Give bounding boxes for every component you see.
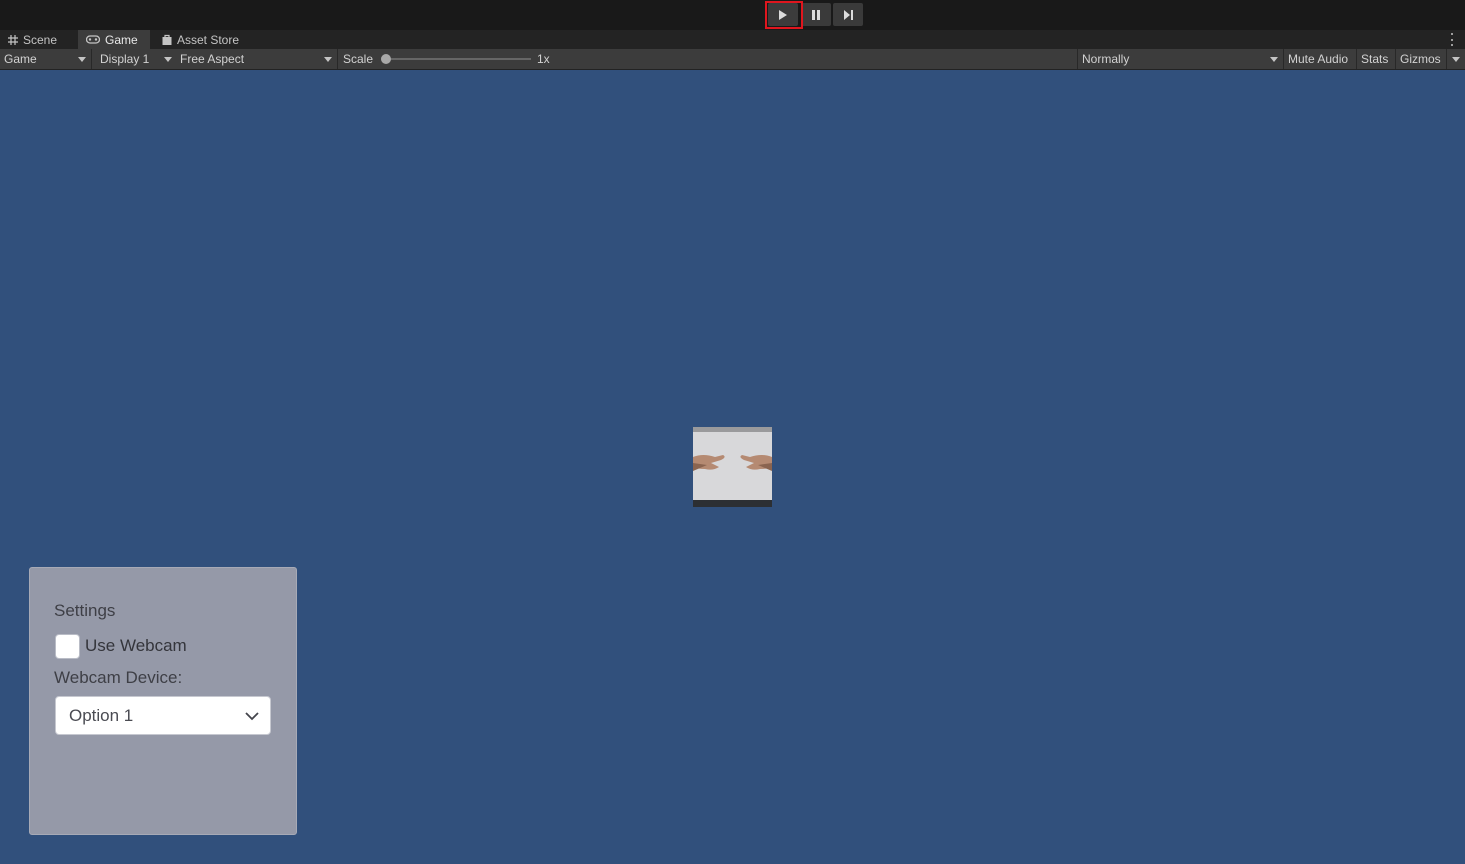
grid-icon (8, 34, 18, 45)
tab-label: Asset Store (177, 32, 240, 47)
chevron-down-icon (78, 57, 86, 62)
mute-audio-label: Mute Audio (1288, 52, 1349, 66)
tab-label: Game (105, 32, 138, 47)
shopping-bag-icon (162, 34, 172, 45)
chevron-down-icon (1452, 57, 1460, 62)
scale-label: Scale (339, 49, 379, 69)
scale-value-text: 1x (537, 52, 550, 66)
aspect-label: Free Aspect (180, 52, 245, 66)
pause-button[interactable] (801, 3, 831, 26)
display-dropdown[interactable]: Display 1 (96, 49, 176, 69)
webcam-device-value: Option 1 (69, 706, 134, 725)
step-button[interactable] (833, 3, 863, 26)
stats-label: Stats (1361, 52, 1389, 66)
tab-label: Scene (23, 32, 58, 47)
stats-toggle[interactable]: Stats (1357, 49, 1395, 69)
use-webcam-label: Use Webcam (85, 636, 187, 655)
chevron-down-icon (245, 712, 259, 721)
use-webcam-checkbox[interactable] (55, 634, 80, 659)
settings-title: Settings (54, 601, 116, 620)
chevron-down-icon (1270, 57, 1278, 62)
chevron-down-icon (324, 57, 332, 62)
pause-icon (812, 9, 820, 20)
game-view-toolbar: Game Display 1 Free Aspect Scale 1x Norm… (0, 49, 1465, 70)
settings-panel: Settings Use Webcam Webcam Device: Optio… (29, 567, 297, 835)
step-icon (843, 9, 853, 20)
display-label: Display 1 (100, 52, 150, 66)
tab-asset-store[interactable]: Asset Store (154, 30, 254, 49)
play-mode-label: Normally (1082, 52, 1130, 66)
scale-label-text: Scale (343, 52, 374, 66)
play-controls-bar (0, 0, 1465, 30)
view-mode-label: Game (4, 52, 37, 66)
scale-slider-handle[interactable] (381, 54, 391, 64)
scale-value: 1x (533, 49, 563, 69)
gizmos-dropdown[interactable] (1447, 49, 1465, 69)
hands-image (693, 427, 772, 507)
gamepad-icon (86, 35, 100, 44)
gizmos-toggle[interactable]: Gizmos (1396, 49, 1446, 69)
view-mode-dropdown[interactable]: Game (0, 49, 90, 69)
webcam-device-dropdown[interactable]: Option 1 (55, 696, 271, 735)
aspect-dropdown[interactable]: Free Aspect (176, 49, 336, 69)
scale-slider-track[interactable] (386, 58, 531, 60)
tab-game[interactable]: Game (78, 30, 150, 49)
window-tabs: Scene Game Asset Store (0, 30, 1465, 49)
mute-audio-toggle[interactable]: Mute Audio (1284, 49, 1356, 69)
webcam-device-label: Webcam Device: (54, 668, 183, 687)
play-mode-dropdown[interactable]: Normally (1078, 49, 1283, 69)
play-button-highlight (765, 1, 803, 29)
chevron-down-icon (164, 57, 172, 62)
gizmos-label: Gizmos (1400, 52, 1441, 66)
tab-scene[interactable]: Scene (0, 30, 76, 49)
more-options-icon[interactable] (1451, 33, 1455, 46)
